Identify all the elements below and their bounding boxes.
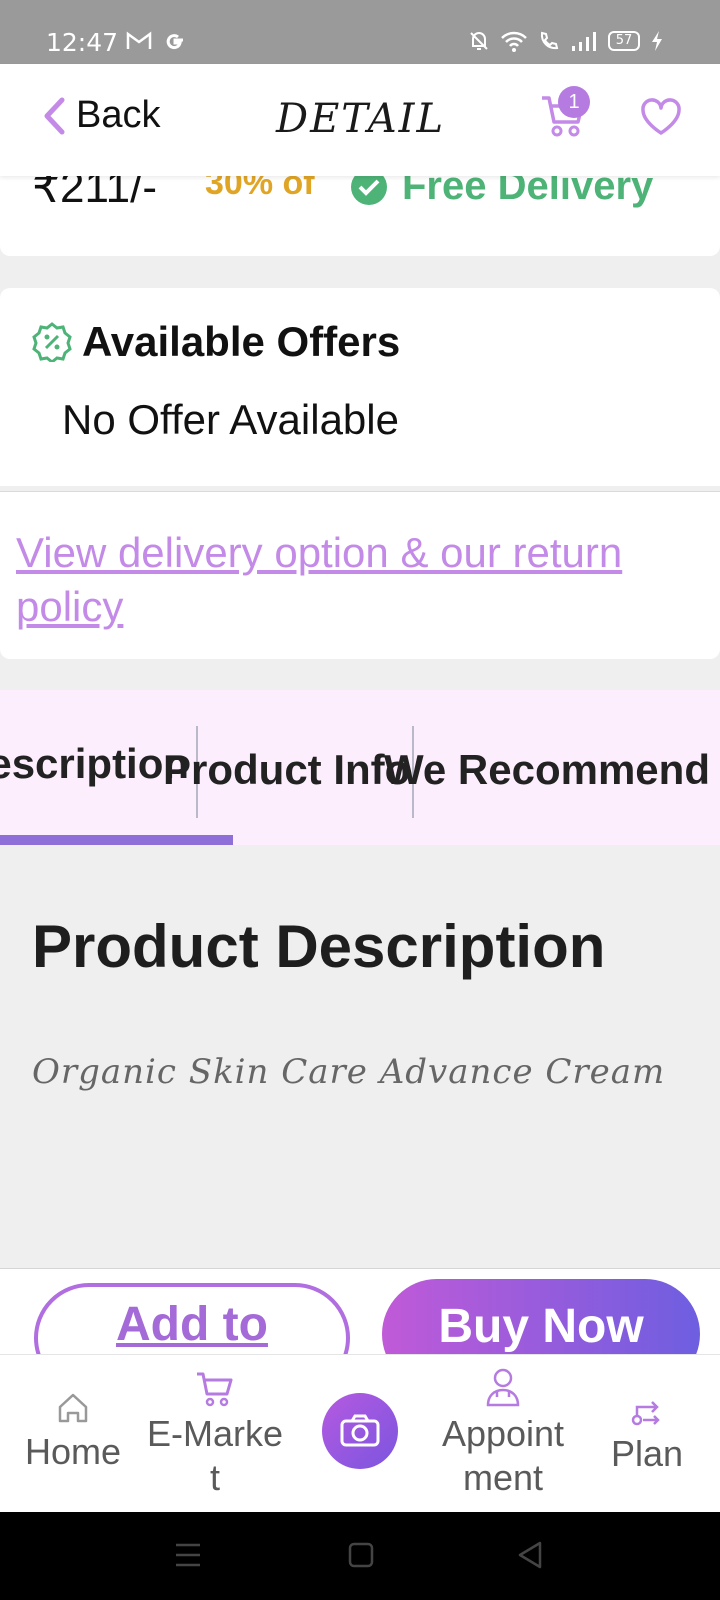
tab-product-info[interactable]: Product Info — [163, 746, 410, 794]
offers-card: Available Offers No Offer Available — [0, 288, 720, 486]
doctor-icon — [486, 1368, 520, 1407]
nav-emarket[interactable]: E-Marke t — [140, 1371, 290, 1500]
back-triangle-icon[interactable] — [516, 1540, 544, 1570]
page-title: DETAIL — [276, 96, 446, 142]
delivery-policy-link[interactable]: View delivery option & our return policy — [16, 526, 706, 634]
system-icons: 57 — [468, 30, 664, 52]
tab-active-indicator — [0, 835, 233, 845]
nav-home-label: Home — [24, 1431, 122, 1472]
buy-now-button[interactable]: Buy Now — [382, 1279, 700, 1354]
menu-icon[interactable] — [174, 1542, 202, 1568]
description-title: Product Description — [32, 913, 606, 980]
heart-icon — [641, 98, 681, 135]
add-to-cart-button[interactable]: Add to — [34, 1283, 350, 1354]
system-navigation-bar — [0, 1512, 720, 1600]
nav-emarket-label: E-Marke t — [146, 1413, 284, 1498]
action-bar: Add to Buy Now — [0, 1268, 720, 1354]
gmail-icon — [126, 31, 152, 49]
add-to-cart-label: Add to — [116, 1298, 268, 1351]
offers-heading: Available Offers — [32, 318, 400, 366]
battery-level: 57 — [608, 31, 640, 51]
bottom-navigation: Home E-Marke t Appoint ment Plan — [0, 1354, 720, 1512]
chevron-left-icon — [44, 97, 65, 134]
cart-count-badge: 1 — [558, 86, 590, 118]
notification-icons — [126, 30, 186, 52]
status-time: 12:47 — [46, 28, 119, 57]
tab-we-recommend[interactable]: We Recommend — [384, 746, 710, 794]
description-body: Organic Skin Care Advance Cream — [32, 1052, 666, 1092]
mute-bell-icon — [470, 32, 488, 50]
home-square-icon[interactable] — [348, 1542, 374, 1568]
wifi-icon — [501, 31, 527, 52]
cart-button[interactable]: 1 — [540, 86, 596, 150]
no-offer-text: No Offer Available — [62, 396, 399, 443]
charging-icon — [652, 31, 662, 51]
cart-icon — [197, 1372, 233, 1407]
back-label: Back — [76, 94, 161, 136]
discount-badge-icon — [32, 322, 72, 362]
product-tabs: Description Product Info We Recommend — [0, 690, 720, 845]
route-icon — [631, 1401, 660, 1426]
google-icon — [166, 34, 183, 50]
back-button[interactable]: Back — [42, 94, 160, 137]
app-header: Back DETAIL 1 — [0, 64, 720, 176]
nav-appointment-label: Appoint ment — [441, 1413, 565, 1498]
nav-home[interactable]: Home — [18, 1391, 128, 1474]
camera-icon — [340, 1414, 380, 1447]
home-icon — [58, 1393, 88, 1423]
signal-icon — [572, 32, 596, 51]
wishlist-button[interactable] — [640, 98, 682, 141]
wifi-call-icon — [540, 31, 559, 50]
nav-appointment[interactable]: Appoint ment — [428, 1367, 578, 1500]
tab-description[interactable]: Description — [0, 740, 189, 788]
nav-plan[interactable]: Plan — [602, 1393, 692, 1476]
camera-button[interactable] — [322, 1393, 398, 1469]
offers-title: Available Offers — [82, 318, 401, 365]
status-bar: 12:47 57 — [0, 0, 720, 64]
delivery-policy-card: View delivery option & our return policy — [0, 491, 720, 659]
buy-now-label: Buy Now — [438, 1300, 644, 1353]
nav-plan-label: Plan — [610, 1433, 684, 1474]
